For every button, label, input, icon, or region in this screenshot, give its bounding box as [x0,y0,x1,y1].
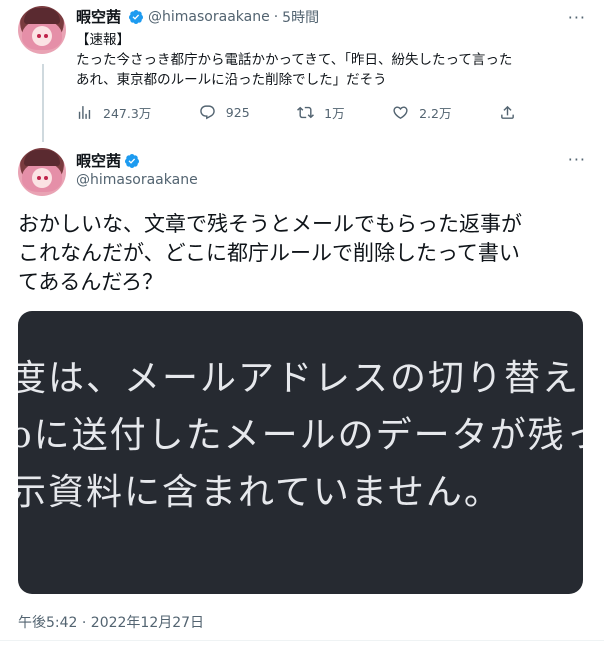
avatar[interactable] [18,148,66,196]
divider [0,640,604,641]
thread-line [42,64,44,142]
tweet2-text: おかしいな、文章で残そうとメールでもらった返事が これなんだが、どこに都庁ルール… [18,212,522,294]
verified-badge-icon [129,9,144,24]
more-icon[interactable]: ··· [568,150,586,169]
handle[interactable]: @himasoraakane [76,172,198,188]
display-name[interactable]: 暇空茜 [76,150,121,171]
share-icon [501,105,514,119]
media-text-line: oに送付したメールのデータが残っ [18,415,583,456]
retweet-button[interactable]: 1万 [297,103,345,122]
like-count: 2.2万 [419,106,452,121]
media-image[interactable]: 度は、メールアドレスの切り替えに oに送付したメールのデータが残っ 示資料に含ま… [18,311,583,594]
views-icon [78,106,91,119]
retweet-icon [297,106,315,119]
reply-count: 925 [225,105,250,120]
tweet2-header: 暇空茜 [76,150,140,171]
tweet-actions: 247.3万 925 1万 2.2万 [76,103,516,122]
reply-button[interactable]: 925 [199,104,250,121]
tweet1-text: 【速報】 たった今さっき都庁から電話かかってきて、「昨日、紛失したって言った あ… [76,32,513,88]
reply-icon [200,105,215,120]
media-text-line: 度は、メールアドレスの切り替えに [18,358,583,399]
like-icon [393,106,408,119]
more-icon[interactable]: ··· [568,8,586,27]
avatar[interactable] [18,6,66,54]
separator: · [273,8,279,25]
views-count: 247.3万 [103,106,152,121]
retweet-count: 1万 [324,106,345,121]
handle[interactable]: @himasoraakane [148,9,270,25]
like-button[interactable]: 2.2万 [392,103,452,122]
display-name[interactable]: 暇空茜 [76,6,121,27]
tweet-timestamp[interactable]: 午後5:42 · 2022年12月27日 [18,612,204,632]
share-button[interactable] [499,104,516,121]
verified-badge-icon [125,153,140,168]
tweet1-header: 暇空茜 @himasoraakane · 5時間 [76,6,319,27]
tweet-time[interactable]: 5時間 [282,7,319,27]
media-text-line: 示資料に含まれていません。 [18,472,502,513]
views-button[interactable]: 247.3万 [76,103,151,122]
